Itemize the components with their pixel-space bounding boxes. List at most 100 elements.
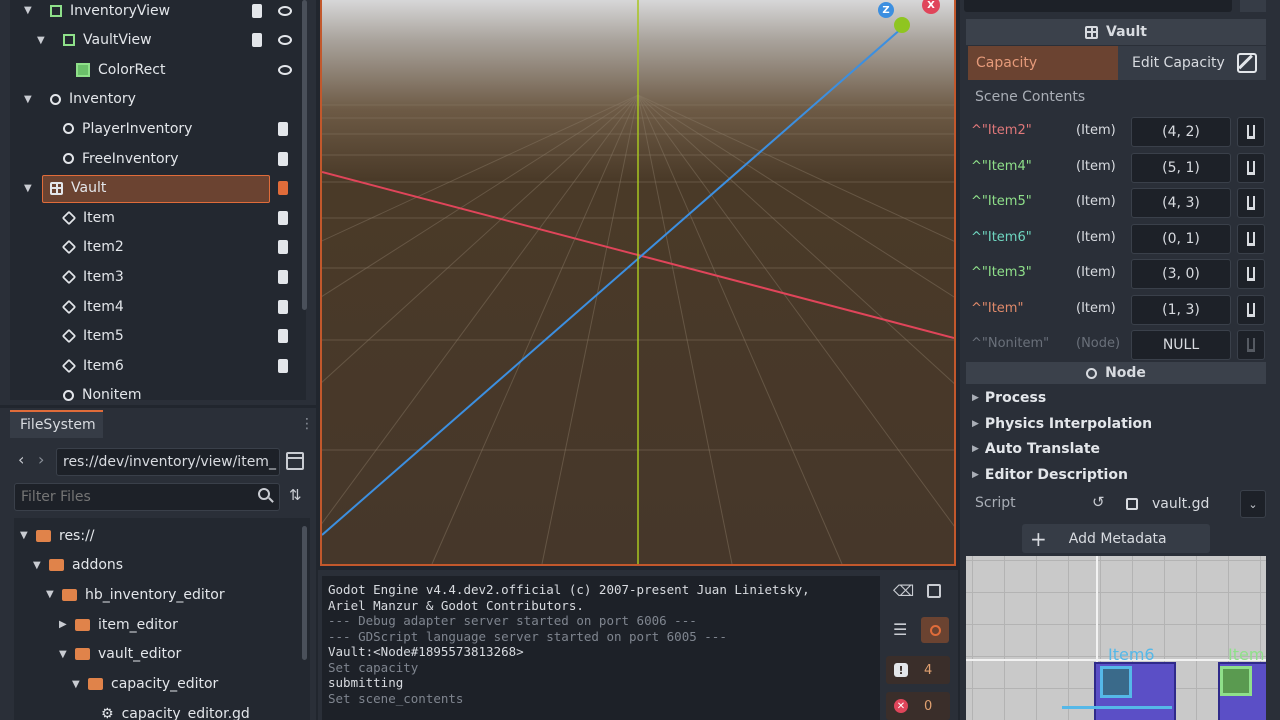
folder-item[interactable]: ▼ capacity_editor [14,670,302,699]
script-icon[interactable] [278,329,288,344]
inspector-section[interactable]: ▶ Process [972,386,1046,410]
vault-preview[interactable]: Item6 Item [966,556,1266,720]
sort-icon[interactable]: ⇅ [289,486,302,504]
script-icon[interactable] [278,240,288,255]
filesystem-tab[interactable]: FileSystem [10,410,103,438]
script-icon[interactable] [252,3,262,18]
gizmo-z-handle[interactable]: Z [878,2,894,18]
scene-content-value[interactable]: (3, 0) [1131,259,1231,289]
pick-node-button[interactable] [1237,117,1265,147]
collapse-arrow-icon[interactable]: ▶ [59,619,67,630]
expand-arrow-icon[interactable]: ▼ [24,183,32,194]
file-item[interactable]: ⚙ capacity_editor.gd [14,699,302,720]
gizmo-y-handle[interactable] [894,17,910,33]
warnings-toggle[interactable]: ! 4 [886,656,950,684]
scene-tree-item[interactable]: ▼ VaultView [10,26,302,55]
scene-tree-item[interactable]: ▼ Vault [10,174,302,203]
scene-tree-item[interactable]: ColorRect [10,55,302,84]
scene-tree-item[interactable]: Item3 [10,262,302,291]
scene-tree-item[interactable]: Item4 [10,292,302,321]
folder-item[interactable]: ▼ addons [14,551,302,580]
search-output-button[interactable] [921,617,949,643]
scene-tree-item[interactable]: ▼ InventoryView [10,0,302,25]
inspector-section[interactable]: ▶ Physics Interpolation [972,412,1152,436]
inspector-top-dropdown[interactable] [964,0,1232,12]
scene-content-value[interactable]: (5, 1) [1131,152,1231,183]
viewport-3d[interactable]: Z X [320,0,956,566]
scene-tree-item[interactable]: FreeInventory [10,144,302,173]
eye-icon[interactable] [278,35,292,46]
pick-node-button[interactable] [1237,259,1265,289]
history-back-button[interactable]: ‹ [18,450,24,469]
scene-content-value[interactable]: NULL [1131,330,1231,360]
script-field[interactable]: vault.gd [1118,490,1238,518]
expand-arrow-icon[interactable]: ▼ [72,679,80,690]
script-dropdown-button[interactable]: ⌄ [1240,490,1266,518]
script-icon[interactable] [278,269,288,284]
edit-capacity-button[interactable]: Edit Capacity [1118,46,1266,80]
file-tree-scrollbar[interactable] [302,526,307,660]
scene-tree-item[interactable]: Item5 [10,322,302,351]
script-icon[interactable] [278,151,288,166]
scene-content-value[interactable]: (1, 3) [1131,294,1231,325]
viewport-grid [322,0,954,564]
inspector-section[interactable]: ▶ Editor Description [972,463,1128,487]
expand-arrow-icon[interactable]: ▼ [33,560,41,571]
scene-content-type: (Item) [1076,123,1116,138]
script-icon[interactable] [252,33,262,48]
pick-node-button[interactable] [1237,294,1265,325]
expand-arrow-icon[interactable]: ▼ [59,649,67,660]
add-metadata-button[interactable]: + Add Metadata [1022,524,1210,553]
reset-icon[interactable]: ↺ [1092,493,1105,511]
script-icon[interactable] [278,121,288,136]
dock-menu-icon[interactable]: ⋮ [300,416,314,432]
expand-arrow-icon[interactable]: ▼ [46,589,54,600]
output-log[interactable]: Godot Engine v4.4.dev2.official (c) 2007… [322,576,880,720]
expand-arrow-icon[interactable]: ▼ [20,530,28,541]
scene-tree-item[interactable]: Item [10,203,302,232]
z-axis-line [322,27,903,536]
folder-item[interactable]: ▼ hb_inventory_editor [14,580,302,609]
scene-tree-item[interactable]: PlayerInventory [10,114,302,143]
copy-icon[interactable] [927,584,941,598]
inspector-node-title: Vault [1106,24,1147,40]
scene-tree-item[interactable]: Nonitem [10,381,302,410]
scene-content-value[interactable]: (4, 3) [1131,188,1231,218]
filter-files-input[interactable] [14,483,280,511]
expand-arrow-icon[interactable]: ▼ [37,35,45,46]
inspector-section[interactable]: ▶ Auto Translate [972,437,1100,461]
split-view-icon[interactable] [286,452,304,470]
scene-tree-scrollbar[interactable] [302,0,307,310]
pick-node-button[interactable] [1237,188,1265,218]
history-forward-button[interactable]: › [38,450,44,469]
expand-arrow-icon[interactable]: ▼ [24,94,32,105]
script-icon[interactable] [278,358,288,373]
chevron-right-icon: ▶ [972,444,979,454]
script-icon[interactable] [278,210,288,225]
folder-item[interactable]: ▼ vault_editor [14,640,302,669]
scene-content-value[interactable]: (0, 1) [1131,223,1231,254]
cube-icon [61,210,77,225]
script-icon[interactable] [278,181,288,196]
chevron-right-icon: ▶ [972,469,979,480]
eye-icon[interactable] [278,5,292,16]
scene-content-value[interactable]: (4, 2) [1131,117,1231,147]
clear-output-button[interactable]: ⌫ [893,582,914,600]
expand-arrow-icon[interactable]: ▼ [24,5,32,16]
inspector-top-button[interactable] [1240,0,1266,12]
folder-item[interactable]: ▶ item_editor [14,610,302,639]
filter-lines-icon[interactable]: ☰ [893,620,907,639]
pick-node-button[interactable] [1237,152,1265,183]
scene-tree-item[interactable]: Item6 [10,351,302,380]
scene-tree-item[interactable]: ▼ Inventory [10,85,302,114]
path-field[interactable]: res://dev/inventory/view/item_ [56,448,280,476]
pick-node-button[interactable] [1237,330,1265,360]
script-icon[interactable] [278,299,288,314]
scene-tree-item-label: FreeInventory [82,150,179,167]
pick-node-button[interactable] [1237,223,1265,254]
eye-icon[interactable] [278,64,292,75]
errors-toggle[interactable]: ✕ 0 [886,692,950,720]
scene-tree-item[interactable]: Item2 [10,233,302,262]
output-line: Godot Engine v4.4.dev2.official (c) 2007… [328,582,810,597]
folder-item[interactable]: ▼ res:// [14,521,302,550]
